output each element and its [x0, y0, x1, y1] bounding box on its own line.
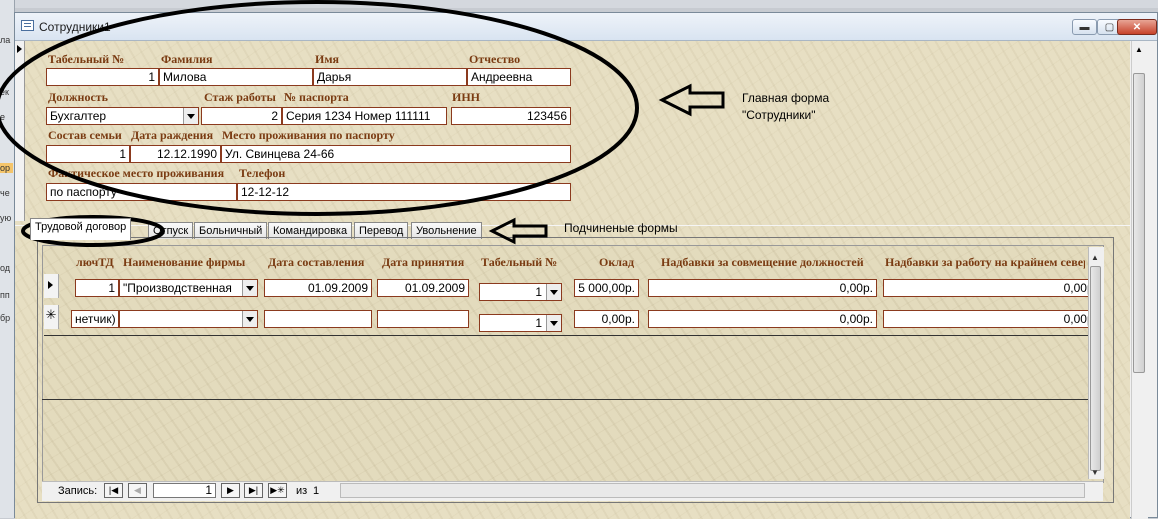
arrow-main-form-icon [658, 83, 725, 117]
annotation-main-form-line1: Главная форма [742, 91, 830, 105]
annotation-overlay [0, 0, 725, 247]
annotation-main-form-line2: "Сотрудники" [742, 108, 816, 122]
tab-labor-contract[interactable]: Трудовой договор [30, 218, 132, 240]
annotation-subforms: Подчиненые формы [564, 221, 678, 235]
main-form-circle [0, 0, 639, 216]
arrow-subforms-icon [488, 217, 548, 245]
